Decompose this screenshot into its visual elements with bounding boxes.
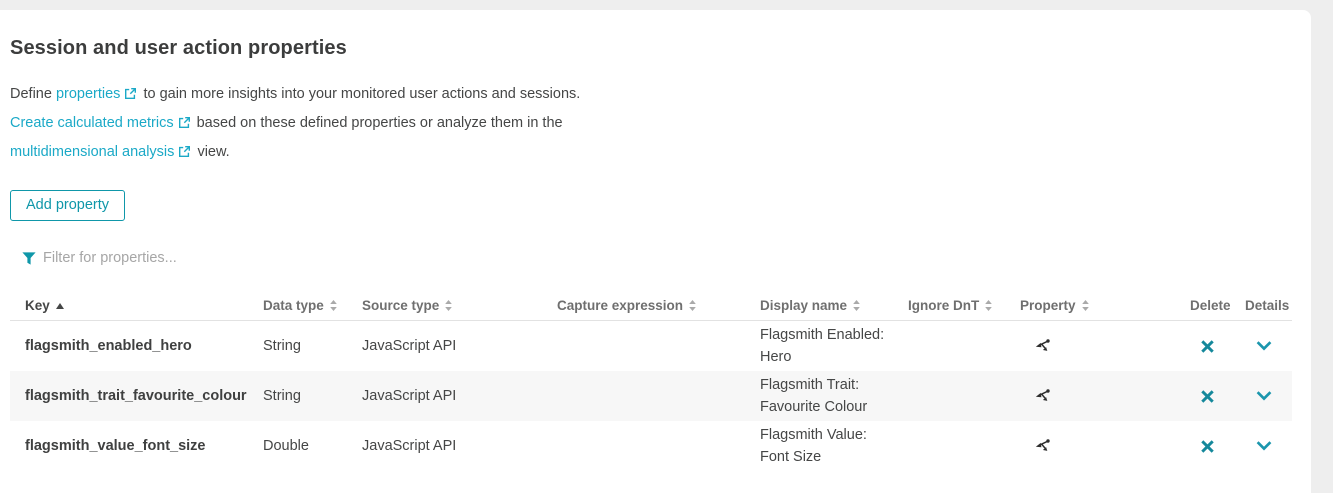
x-delete-icon (1200, 339, 1215, 354)
cell-source-type: JavaScript API (362, 438, 557, 454)
column-header-property[interactable]: Property (1020, 298, 1180, 313)
cell-property (1020, 438, 1180, 454)
cell-delete (1180, 385, 1235, 408)
column-header-details: Details (1235, 298, 1292, 313)
column-header-label: Delete (1190, 298, 1231, 313)
link-properties[interactable]: properties (56, 86, 120, 102)
details-expand-button[interactable] (1252, 337, 1276, 355)
external-link-icon[interactable] (178, 112, 191, 139)
details-expand-button[interactable] (1252, 437, 1276, 455)
chevron-down-icon (1256, 441, 1272, 451)
column-header-label: Key (25, 298, 50, 313)
session-property-icon (1034, 338, 1051, 354)
delete-button[interactable] (1196, 335, 1219, 358)
cell-display-name: Flagsmith Trait: Favourite Colour (760, 374, 908, 418)
add-property-button[interactable]: Add property (10, 190, 125, 221)
sort-both-icon (330, 300, 337, 311)
description-text: Define properties to gain more insights … (10, 81, 595, 168)
delete-button[interactable] (1196, 435, 1219, 458)
cell-delete (1180, 435, 1235, 458)
session-property-icon (1034, 438, 1051, 454)
column-header-source-type[interactable]: Source type (362, 298, 557, 313)
column-header-display-name[interactable]: Display name (760, 298, 908, 313)
x-delete-icon (1200, 439, 1215, 454)
cell-data-type: String (263, 388, 362, 404)
sort-both-icon (985, 300, 992, 311)
cell-details (1235, 337, 1292, 355)
external-link-icon[interactable] (178, 141, 191, 168)
column-header-label: Property (1020, 298, 1076, 313)
cell-key: flagsmith_enabled_hero (10, 338, 263, 354)
cell-source-type: JavaScript API (362, 388, 557, 404)
link-multidimensional-analysis[interactable]: multidimensional analysis (10, 144, 174, 160)
delete-button[interactable] (1196, 385, 1219, 408)
properties-table: Key Data type Source type Capture expressio… (10, 290, 1292, 471)
column-header-data-type[interactable]: Data type (263, 298, 362, 313)
session-property-icon (1034, 388, 1051, 404)
details-expand-button[interactable] (1252, 387, 1276, 405)
cell-key: flagsmith_trait_favourite_colour (10, 388, 263, 404)
filter-funnel-icon (22, 252, 36, 265)
sort-both-icon (853, 300, 860, 311)
column-header-key[interactable]: Key (10, 298, 263, 313)
column-header-label: Ignore DnT (908, 298, 979, 313)
sort-both-icon (445, 300, 452, 311)
sort-both-icon (689, 300, 696, 311)
cell-property (1020, 338, 1180, 354)
column-header-label: Details (1245, 298, 1289, 313)
page-title: Session and user action properties (10, 37, 1311, 60)
table-header-row: Key Data type Source type Capture expressio… (10, 290, 1292, 321)
column-header-delete: Delete (1180, 298, 1235, 313)
cell-property (1020, 388, 1180, 404)
table-row: flagsmith_enabled_heroStringJavaScript A… (10, 321, 1292, 371)
cell-display-name: Flagsmith Value: Font Size (760, 424, 908, 468)
cell-key: flagsmith_value_font_size (10, 438, 263, 454)
filter-row (22, 250, 1311, 266)
sort-both-icon (1082, 300, 1089, 311)
sort-asc-icon (56, 303, 64, 309)
chevron-down-icon (1256, 391, 1272, 401)
external-link-icon[interactable] (124, 83, 137, 110)
column-header-label: Data type (263, 298, 324, 313)
column-header-capture-expression[interactable]: Capture expression (557, 298, 760, 313)
cell-details (1235, 387, 1292, 405)
cell-display-name: Flagsmith Enabled: Hero (760, 324, 908, 368)
column-header-label: Source type (362, 298, 439, 313)
cell-delete (1180, 335, 1235, 358)
filter-input[interactable] (43, 250, 363, 266)
table-row: flagsmith_trait_favourite_colourStringJa… (10, 371, 1292, 421)
cell-data-type: String (263, 338, 362, 354)
column-header-label: Display name (760, 298, 847, 313)
column-header-label: Capture expression (557, 298, 683, 313)
cell-details (1235, 437, 1292, 455)
content-card: Session and user action properties Defin… (0, 10, 1311, 493)
chevron-down-icon (1256, 341, 1272, 351)
table-row: flagsmith_value_font_sizeDoubleJavaScrip… (10, 421, 1292, 471)
cell-data-type: Double (263, 438, 362, 454)
cell-source-type: JavaScript API (362, 338, 557, 354)
column-header-ignore-dnt[interactable]: Ignore DnT (908, 298, 1020, 313)
link-create-calculated-metrics[interactable]: Create calculated metrics (10, 115, 174, 131)
x-delete-icon (1200, 389, 1215, 404)
